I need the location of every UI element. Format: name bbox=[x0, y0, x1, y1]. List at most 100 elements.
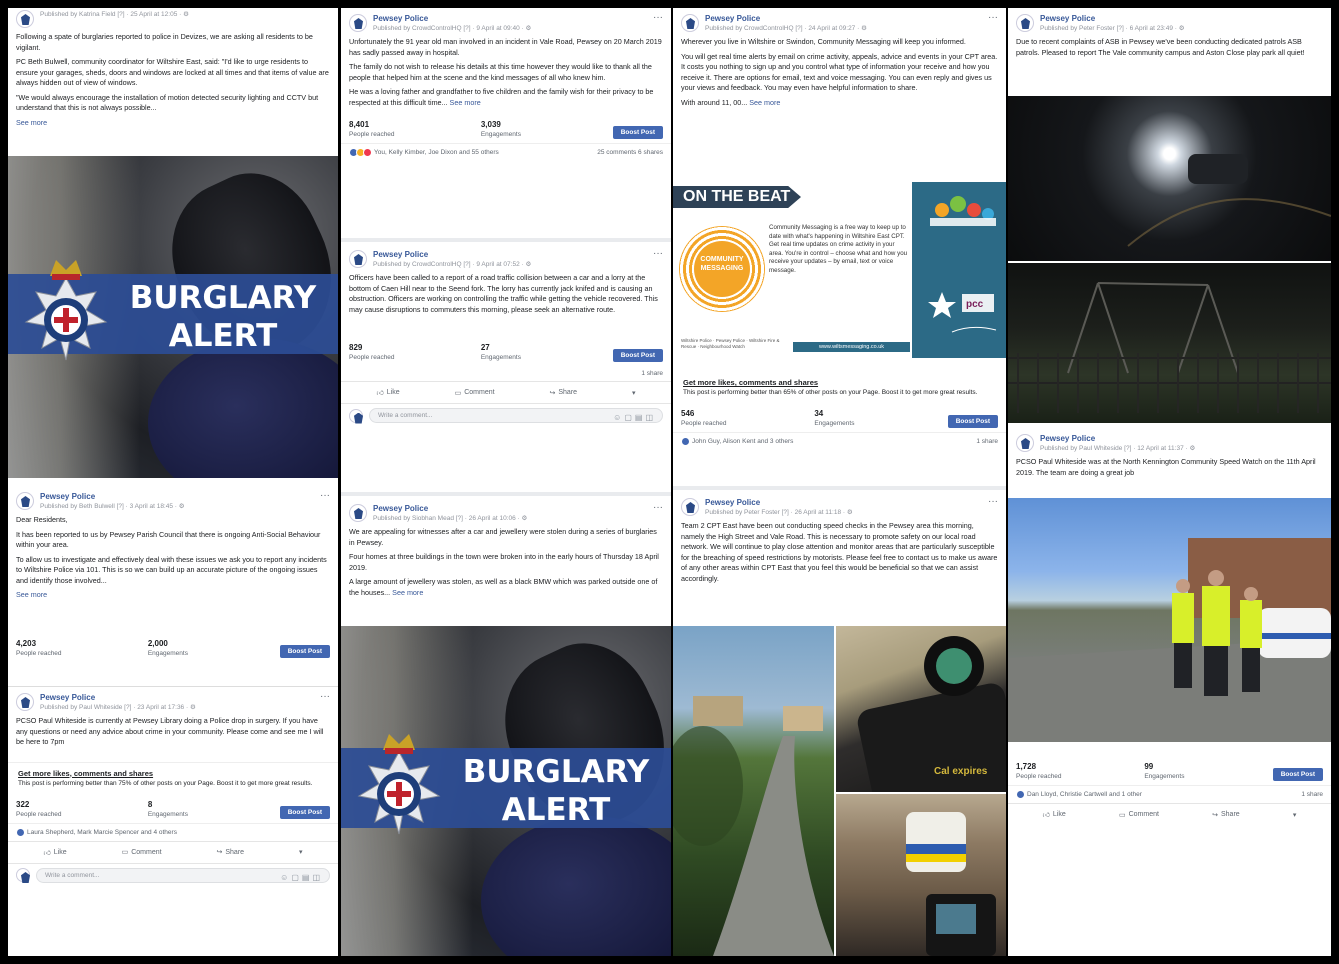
more-options-icon[interactable]: ··· bbox=[320, 692, 330, 702]
engagement-count: 34 bbox=[814, 409, 824, 418]
comment-attachment-icons[interactable]: ☺▢▤◫ bbox=[613, 411, 656, 424]
page-name-link[interactable]: Pewsey Police bbox=[705, 498, 982, 508]
police-car-photo[interactable] bbox=[836, 794, 1006, 956]
comment-attachment-icons[interactable]: ☺▢▤◫ bbox=[280, 871, 323, 884]
see-more-link[interactable]: See more bbox=[392, 588, 423, 597]
more-options-icon[interactable]: ··· bbox=[653, 249, 663, 259]
speed-gun-photo[interactable]: Cal expires bbox=[836, 626, 1006, 792]
more-options-icon[interactable]: ··· bbox=[653, 13, 663, 23]
like-button[interactable]: 👍︎ Like bbox=[376, 388, 399, 397]
share-button[interactable]: ↪ Share bbox=[216, 848, 244, 857]
see-more-link[interactable]: See more bbox=[16, 118, 47, 127]
page-avatar[interactable] bbox=[1016, 14, 1034, 32]
more-options-icon[interactable]: ··· bbox=[988, 497, 998, 507]
share-count[interactable]: 1 share bbox=[976, 438, 998, 445]
page-name-link[interactable]: Pewsey Police bbox=[373, 14, 647, 24]
like-button[interactable]: 👍︎ Like bbox=[43, 848, 66, 857]
page-name-link[interactable]: Pewsey Police bbox=[705, 14, 982, 24]
see-more-link[interactable]: See more bbox=[450, 98, 481, 107]
comment-icon: ▭ bbox=[454, 389, 462, 397]
post-column-3: Pewsey Police Published by CrowdControlH… bbox=[673, 8, 1006, 956]
page-name-link[interactable]: Pewsey Police bbox=[373, 250, 647, 260]
post-actions: 👍︎ Like ▭ Comment ↪ Share ▾ bbox=[341, 381, 671, 403]
more-options-icon[interactable]: ··· bbox=[988, 13, 998, 23]
page-avatar[interactable] bbox=[16, 693, 34, 711]
reactions-row[interactable]: You, Kelly Kimber, Joe Dixon and 55 othe… bbox=[341, 143, 671, 161]
speed-watch-photo[interactable] bbox=[1008, 498, 1331, 742]
page-avatar[interactable] bbox=[1016, 434, 1034, 452]
post-body: Dear Residents, It has been reported to … bbox=[8, 513, 338, 603]
svg-text:pcc: pcc bbox=[966, 299, 984, 310]
reactions-row[interactable]: Laura Shepherd, Mark Marcie Spencer and … bbox=[8, 822, 338, 841]
like-label: Like bbox=[53, 848, 67, 856]
post-text: "We would always encourage the installat… bbox=[16, 92, 319, 113]
see-more-link[interactable]: See more bbox=[749, 98, 780, 107]
alert-line-2: ALERT bbox=[168, 318, 278, 354]
page-name-link[interactable]: Pewsey Police bbox=[40, 492, 314, 502]
more-options-icon[interactable]: ··· bbox=[320, 491, 330, 501]
post-speed-watch: Pewsey Police Published by Paul Whitesid… bbox=[1008, 428, 1331, 498]
reactions-row[interactable]: John Guy, Alison Kent and 3 others 1 sha… bbox=[673, 432, 1006, 450]
page-name-link[interactable]: Pewsey Police bbox=[373, 504, 647, 514]
share-count[interactable]: 1 share bbox=[641, 370, 663, 377]
boost-post-button[interactable]: Boost Post bbox=[1272, 768, 1323, 781]
on-the-beat-tag: ON THE BEAT bbox=[673, 186, 801, 208]
comment-input[interactable]: Write a comment... ☺▢▤◫ bbox=[369, 408, 663, 423]
share-button[interactable]: ↪ Share bbox=[1212, 811, 1240, 819]
promo-title[interactable]: Get more likes, comments and shares bbox=[18, 769, 328, 779]
burglary-alert-image[interactable]: BURGLARY ALERT bbox=[8, 156, 338, 478]
night-patrol-photo[interactable] bbox=[1008, 96, 1331, 261]
comment-button[interactable]: ▭ Comment bbox=[1119, 811, 1159, 819]
page-name-link[interactable]: Pewsey Police bbox=[40, 693, 314, 703]
audience-selector[interactable]: ▾ bbox=[299, 848, 303, 856]
on-the-beat-graphic[interactable]: ON THE BEAT COMMUNITY MESSAGING Communit… bbox=[673, 182, 1006, 358]
promo-title[interactable]: Get more likes, comments and shares bbox=[683, 378, 996, 388]
reactions-names[interactable]: Laura Shepherd, Mark Marcie Spencer and … bbox=[27, 829, 177, 836]
page-avatar[interactable] bbox=[349, 250, 367, 268]
page-name-link[interactable]: Pewsey Police bbox=[1040, 14, 1323, 24]
road-scene bbox=[673, 696, 834, 956]
comment-label: Comment bbox=[1128, 811, 1159, 818]
play-park-photo[interactable] bbox=[1008, 263, 1331, 423]
comment-share-counts[interactable]: 25 comments 6 shares bbox=[597, 149, 663, 156]
reactions-names[interactable]: John Guy, Alison Kent and 3 others bbox=[692, 438, 793, 445]
boost-post-button[interactable]: Boost Post bbox=[279, 805, 330, 819]
audience-selector[interactable]: ▾ bbox=[1293, 811, 1297, 819]
more-options-icon[interactable]: ··· bbox=[653, 503, 663, 513]
audience-selector[interactable]: ▾ bbox=[632, 389, 636, 397]
boost-post-button[interactable]: Boost Post bbox=[947, 415, 998, 428]
boost-post-button[interactable]: Boost Post bbox=[612, 126, 663, 139]
like-button[interactable]: 👍︎ Like bbox=[1043, 810, 1066, 819]
page-avatar[interactable] bbox=[16, 10, 34, 28]
page-avatar[interactable] bbox=[349, 504, 367, 522]
boost-post-button[interactable]: Boost Post bbox=[612, 349, 663, 362]
post-boost-promo: Get more likes, comments and shares This… bbox=[673, 372, 1006, 484]
reactions-names[interactable]: Dan Lloyd, Christie Cartwell and 1 other bbox=[1027, 791, 1142, 798]
share-button[interactable]: ↪ Share bbox=[549, 389, 577, 397]
alert-line-1: BURGLARY bbox=[462, 754, 650, 790]
comment-input[interactable]: Write a comment... ☺▢▤◫ bbox=[36, 867, 330, 884]
post-text: To allow us to investigate and effective… bbox=[16, 554, 327, 585]
page-avatar[interactable] bbox=[681, 498, 699, 516]
post-asb-patrols: Pewsey Police Published by Peter Foster … bbox=[1008, 8, 1331, 96]
share-count[interactable]: 1 share bbox=[1301, 791, 1323, 798]
page-avatar[interactable] bbox=[681, 14, 699, 32]
reactions-names[interactable]: You, Kelly Kimber, Joe Dixon and 55 othe… bbox=[374, 149, 499, 156]
police-badge-icon bbox=[24, 260, 108, 361]
boost-post-button[interactable]: Boost Post bbox=[279, 645, 330, 658]
road-verge-photo[interactable] bbox=[673, 626, 834, 956]
engagement-count: 99 bbox=[1144, 762, 1154, 771]
page-avatar[interactable] bbox=[16, 492, 34, 510]
post-byline: Published by Peter Foster [?] · 26 April… bbox=[705, 509, 853, 516]
post-divider bbox=[341, 492, 671, 496]
see-more-link[interactable]: See more bbox=[16, 590, 47, 599]
burglary-alert-image[interactable]: BURGLARY ALERT bbox=[341, 626, 671, 956]
reactions-row[interactable]: Dan Lloyd, Christie Cartwell and 1 other… bbox=[1008, 785, 1331, 803]
post-text: Team 2 CPT East have been out conducting… bbox=[681, 521, 998, 583]
like-label: Like bbox=[386, 389, 400, 396]
comment-button[interactable]: ▭ Comment bbox=[122, 848, 162, 857]
page-avatar[interactable] bbox=[349, 14, 367, 32]
comment-button[interactable]: ▭ Comment bbox=[455, 389, 495, 397]
page-name-link[interactable]: Pewsey Police bbox=[1040, 434, 1323, 444]
engagement-count: 8 bbox=[147, 799, 153, 809]
